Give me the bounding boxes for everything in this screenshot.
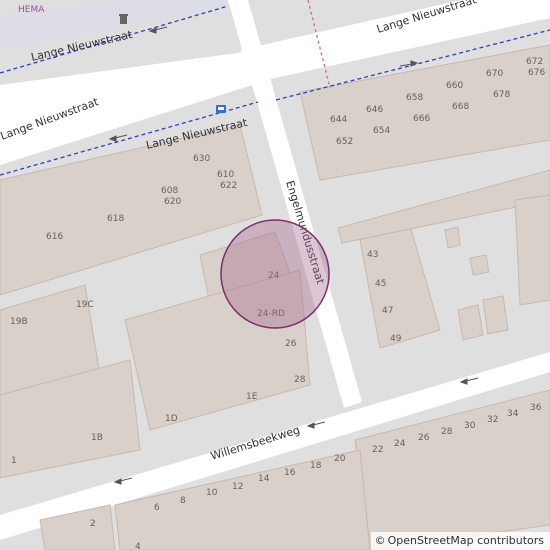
house-number: 654 bbox=[373, 126, 390, 136]
house-number: 36 bbox=[530, 403, 542, 413]
bus-stop-icon[interactable] bbox=[216, 105, 226, 113]
house-number: 14 bbox=[258, 474, 270, 484]
house-number: 646 bbox=[366, 105, 383, 115]
house-number: 12 bbox=[232, 482, 243, 492]
house-number: 1B bbox=[91, 433, 103, 443]
house-number: 43 bbox=[367, 250, 378, 260]
attribution: © OpenStreetMap contributors bbox=[370, 532, 550, 550]
house-number: 24 bbox=[394, 439, 406, 449]
house-number: 18 bbox=[310, 461, 322, 471]
building-small-2 bbox=[469, 254, 490, 276]
location-marker[interactable] bbox=[220, 219, 330, 329]
house-number: 22 bbox=[372, 445, 383, 455]
house-number: 630 bbox=[193, 154, 210, 164]
attribution-link[interactable]: OpenStreetMap contributors bbox=[388, 532, 544, 550]
house-number: 670 bbox=[486, 69, 503, 79]
house-number: 20 bbox=[334, 454, 346, 464]
house-number: 622 bbox=[220, 181, 237, 191]
house-number: 45 bbox=[375, 279, 386, 289]
waste-basket-icon[interactable] bbox=[119, 14, 128, 24]
arrow-3 bbox=[399, 63, 413, 67]
house-number: 1 bbox=[11, 456, 17, 466]
house-number: 8 bbox=[180, 496, 186, 506]
house-number: 660 bbox=[446, 81, 463, 91]
house-number: 26 bbox=[418, 433, 430, 443]
house-number: 616 bbox=[46, 232, 63, 242]
building-row-east-2 bbox=[514, 194, 550, 306]
house-number: 620 bbox=[164, 197, 181, 207]
map-canvas[interactable]: HEMA Lange Nieuwstraat Lange Nieuwstraat… bbox=[0, 0, 550, 550]
copyright-symbol: © bbox=[374, 534, 386, 547]
house-number: 26 bbox=[285, 339, 297, 349]
house-number: 668 bbox=[452, 102, 469, 112]
house-number: 10 bbox=[206, 488, 218, 498]
house-number: 4 bbox=[135, 542, 141, 550]
house-number: 19C bbox=[76, 300, 94, 310]
house-number: 676 bbox=[528, 68, 545, 78]
house-number: 608 bbox=[161, 186, 178, 196]
building-43-49 bbox=[359, 224, 441, 349]
building-north-right bbox=[299, 44, 550, 181]
house-number: 618 bbox=[107, 214, 124, 224]
house-number: 19B bbox=[10, 317, 28, 327]
house-number: 28 bbox=[441, 427, 453, 437]
house-number: 666 bbox=[413, 114, 430, 124]
house-number: 644 bbox=[330, 115, 347, 125]
house-number: 34 bbox=[507, 409, 519, 419]
house-number: 49 bbox=[390, 334, 402, 344]
house-number: 652 bbox=[336, 137, 353, 147]
house-number: 32 bbox=[487, 415, 498, 425]
house-number: 2 bbox=[90, 519, 96, 529]
building-small-3 bbox=[457, 304, 484, 341]
house-number: 658 bbox=[406, 93, 423, 103]
house-number: 28 bbox=[294, 375, 306, 385]
house-number: 1E bbox=[246, 392, 258, 402]
house-number: 16 bbox=[284, 468, 296, 478]
house-number: 47 bbox=[382, 306, 393, 316]
building-small-1 bbox=[444, 226, 461, 249]
arrow-2-head bbox=[108, 135, 117, 142]
poi-hema-label: HEMA bbox=[18, 5, 45, 15]
arrow-2 bbox=[114, 134, 128, 139]
building-small-4 bbox=[482, 295, 509, 335]
house-number: 1D bbox=[165, 414, 178, 424]
house-number: 6 bbox=[154, 503, 160, 513]
house-number: 678 bbox=[493, 90, 510, 100]
house-number: 672 bbox=[526, 57, 543, 67]
house-number: 610 bbox=[217, 170, 234, 180]
house-number: 30 bbox=[464, 421, 476, 431]
